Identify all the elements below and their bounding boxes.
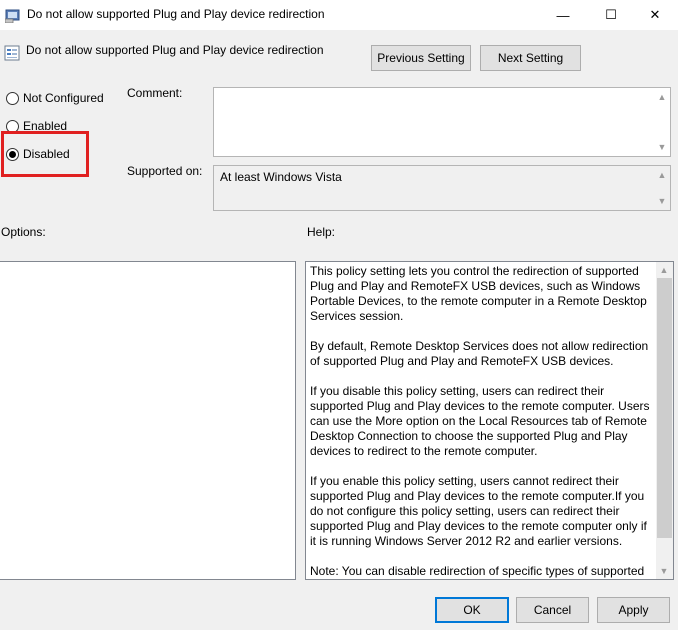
radio-not-configured[interactable]: Not Configured [6, 89, 104, 107]
maximize-icon: ☐ [605, 7, 617, 22]
apply-button[interactable]: Apply [597, 597, 670, 623]
supported-on-field: At least Windows Vista ▲ ▼ [213, 165, 671, 211]
close-icon: ✕ [649, 7, 661, 22]
help-paragraph: By default, Remote Desktop Services does… [310, 339, 649, 368]
next-setting-button[interactable]: Next Setting [480, 45, 581, 71]
radio-circle [6, 91, 19, 105]
cancel-button[interactable]: Cancel [516, 597, 589, 623]
policy-setting-icon [4, 45, 20, 61]
scroll-up-icon[interactable]: ▲ [654, 168, 670, 182]
options-panel [0, 261, 296, 580]
help-panel: This policy setting lets you control the… [305, 261, 674, 580]
ok-button[interactable]: OK [435, 597, 509, 623]
help-paragraph: If you disable this policy setting, user… [310, 384, 650, 458]
help-paragraph: This policy setting lets you control the… [310, 264, 647, 323]
minimize-button[interactable]: — [540, 0, 586, 30]
scroll-down-icon[interactable]: ▼ [656, 564, 672, 578]
radio-label: Not Configured [23, 91, 104, 105]
supported-on-label: Supported on: [127, 164, 203, 178]
comment-label: Comment: [127, 86, 183, 100]
scroll-down-icon[interactable]: ▼ [654, 194, 670, 208]
close-button[interactable]: ✕ [632, 0, 678, 30]
scroll-up-icon[interactable]: ▲ [654, 90, 670, 104]
window-title: Do not allow supported Plug and Play dev… [27, 7, 325, 21]
help-scrollbar[interactable]: ▲ ▼ [656, 262, 673, 579]
setting-title: Do not allow supported Plug and Play dev… [26, 43, 324, 57]
help-paragraph: Note: You can disable redirection of spe… [310, 564, 645, 578]
supported-on-value: At least Windows Vista [220, 170, 342, 184]
help-label: Help: [307, 225, 336, 239]
options-label: Options: [1, 225, 46, 239]
comment-textarea[interactable]: ▲ ▼ [213, 87, 671, 157]
help-paragraph: If you enable this policy setting, users… [310, 474, 647, 548]
help-scroll-thumb[interactable] [657, 278, 672, 538]
previous-setting-button[interactable]: Previous Setting [371, 45, 471, 71]
minimize-icon: — [556, 7, 570, 23]
comment-scrollbar[interactable]: ▲ ▼ [654, 88, 670, 156]
selection-highlight-box [1, 131, 89, 177]
scroll-down-icon[interactable]: ▼ [654, 140, 670, 154]
maximize-button[interactable]: ☐ [588, 0, 634, 30]
help-text: This policy setting lets you control the… [310, 264, 650, 579]
policy-app-icon [4, 7, 21, 24]
scroll-up-icon[interactable]: ▲ [656, 263, 672, 277]
supported-scrollbar[interactable]: ▲ ▼ [654, 166, 670, 210]
